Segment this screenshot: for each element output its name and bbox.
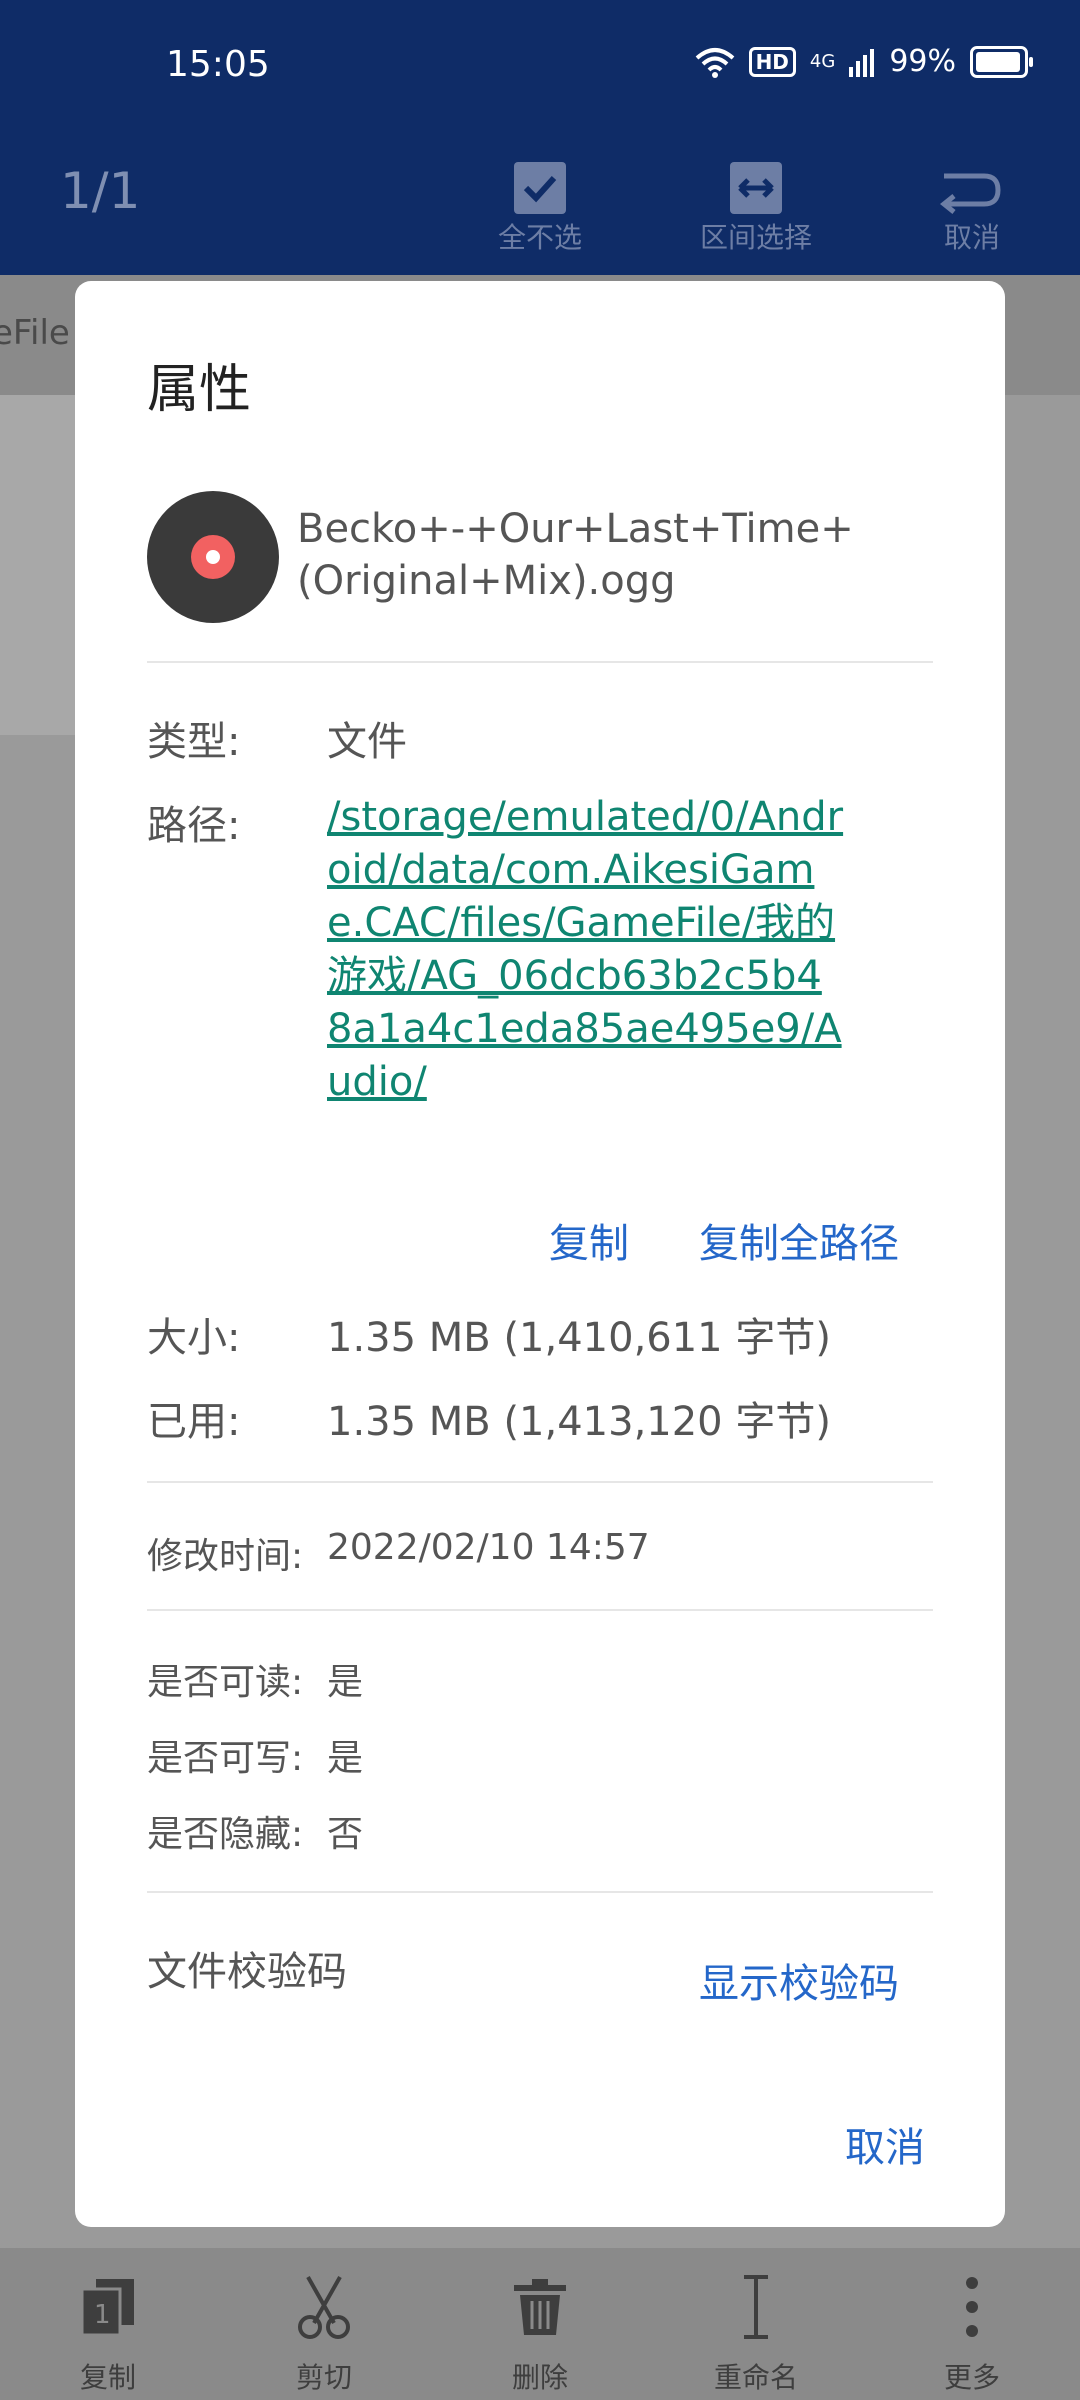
divider [147, 1891, 933, 1893]
cancel-button[interactable]: 取消 [845, 2115, 925, 2173]
svg-text:1: 1 [94, 2300, 111, 2330]
range-select-icon [730, 162, 782, 214]
delete-action-button[interactable]: 删除 [450, 2268, 630, 2396]
cut-action-button[interactable]: 剪切 [234, 2268, 414, 2396]
more-action-button[interactable]: 更多 [882, 2268, 1062, 2396]
size-label: 大小: [147, 1315, 241, 1361]
writable-value: 是 [327, 1738, 364, 1779]
used-value: 1.35 MB (1,413,120 字节) [327, 1399, 831, 1445]
divider [147, 661, 933, 663]
trash-icon [514, 2279, 566, 2335]
checkbox-icon [514, 162, 566, 214]
more-vertical-icon [966, 2277, 978, 2337]
scissors-icon [298, 2276, 350, 2339]
deselect-all-label: 全不选 [497, 221, 582, 254]
hd-badge: HD [748, 46, 796, 77]
signal-icon [849, 48, 875, 77]
divider [147, 1609, 933, 1611]
status-bar: 15:05 HD 4G 99% [0, 0, 1080, 130]
copy-full-path-button[interactable]: 复制全路径 [699, 1211, 899, 1269]
hidden-value: 否 [327, 1814, 364, 1855]
copy-action-label: 复制 [79, 2361, 136, 2394]
properties-dialog: 属性 Becko+-+Our+Last+Time+(Original+Mix).… [75, 281, 1005, 2227]
battery-icon [970, 45, 1033, 78]
range-select-button[interactable]: 区间选择 [656, 130, 856, 256]
copy-path-button[interactable]: 复制 [549, 1211, 629, 1269]
used-label: 已用: [147, 1399, 241, 1445]
deselect-all-button[interactable]: 全不选 [440, 130, 640, 256]
file-name: Becko+-+Our+Last+Time+(Original+Mix).ogg [297, 506, 854, 604]
rename-icon [744, 2275, 768, 2339]
copy-action-button[interactable]: 1 复制 [18, 2268, 198, 2396]
readable-value: 是 [327, 1662, 364, 1703]
selection-app-bar: 1/1 全不选 区间选择 取消 [0, 130, 1080, 275]
cut-action-label: 剪切 [295, 2361, 352, 2394]
battery-percent: 99% [889, 44, 956, 79]
wifi-icon [695, 47, 734, 78]
modified-label: 修改时间: [147, 1536, 304, 1577]
type-value: 文件 [327, 719, 407, 765]
more-action-label: 更多 [943, 2361, 1000, 2394]
status-time: 15:05 [166, 44, 270, 85]
path-link[interactable]: /storage/emulated/0/Android/data/com.Aik… [327, 791, 847, 1109]
copy-icon: 1 [80, 2279, 134, 2337]
audio-file-icon [147, 491, 279, 623]
divider [147, 1481, 933, 1483]
rename-action-button[interactable]: 重命名 [666, 2268, 846, 2396]
range-select-label: 区间选择 [699, 221, 812, 254]
path-label: 路径: [147, 803, 241, 849]
readable-label: 是否可读: [147, 1662, 304, 1703]
path-fragment: eFile [0, 313, 70, 353]
file-list-item[interactable] [0, 395, 80, 735]
selection-counter: 1/1 [60, 162, 141, 220]
dialog-title: 属性 [147, 360, 252, 420]
size-value: 1.35 MB (1,410,611 字节) [327, 1315, 831, 1361]
status-icons: HD 4G 99% [695, 44, 1033, 79]
modified-value: 2022/02/10 14:57 [327, 1527, 650, 1568]
undo-arrow-icon [940, 173, 1001, 214]
show-checksum-button[interactable]: 显示校验码 [699, 1951, 899, 2009]
network-type: 4G [809, 51, 836, 72]
checksum-label: 文件校验码 [147, 1949, 347, 1995]
cancel-selection-button[interactable]: 取消 [872, 130, 1072, 256]
bottom-action-bar: 1 复制 剪切 删除 重命名 更多 [0, 2248, 1080, 2400]
writable-label: 是否可写: [147, 1738, 304, 1779]
rename-action-label: 重命名 [713, 2361, 798, 2394]
type-label: 类型: [147, 719, 241, 765]
hidden-label: 是否隐藏: [147, 1814, 304, 1855]
delete-action-label: 删除 [511, 2361, 568, 2394]
cancel-selection-label: 取消 [943, 221, 1000, 254]
